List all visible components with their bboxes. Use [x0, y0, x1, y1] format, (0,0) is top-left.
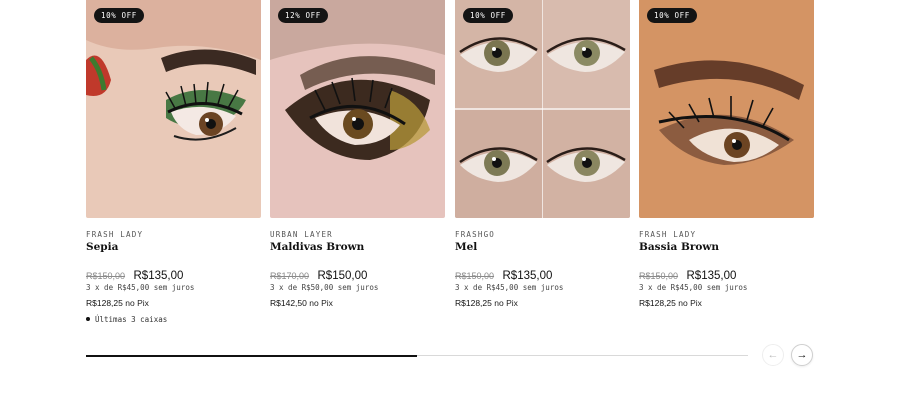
pix-label: no Pix	[309, 298, 333, 308]
discount-badge: 10% OFF	[94, 8, 144, 23]
original-price: R$150,00	[639, 271, 679, 281]
original-price: R$170,00	[270, 271, 310, 281]
price-row: R$150,00 R$135,00	[86, 266, 183, 284]
price-row: R$150,00 R$135,00	[455, 266, 552, 284]
product-image[interactable]: 12% OFF	[270, 0, 445, 218]
sale-price: R$135,00	[502, 270, 553, 282]
product-image[interactable]: 10% OFF	[86, 0, 261, 218]
product-name[interactable]: Mel	[455, 241, 477, 253]
installments-text: 3 x de R$45,00 sem juros	[455, 283, 564, 292]
pix-price-row: R$128,25 no Pix	[639, 298, 702, 308]
product-name[interactable]: Bassia Brown	[639, 241, 719, 253]
installments-text: 3 x de R$45,00 sem juros	[86, 283, 195, 292]
product-brand: URBAN LAYER	[270, 230, 333, 239]
pix-price: R$142,50	[270, 298, 307, 308]
sale-price: R$135,00	[686, 270, 737, 282]
eye-photo	[639, 0, 814, 218]
eye-photo	[86, 0, 261, 218]
stock-note-text: Últimas 3 caixas	[95, 315, 168, 324]
product-brand: FRASH LADY	[639, 230, 697, 239]
product-image[interactable]: 10% OFF	[639, 0, 814, 218]
discount-badge: 12% OFF	[278, 8, 328, 23]
bullet-icon	[86, 317, 90, 321]
pix-price: R$128,25	[639, 298, 676, 308]
stock-note: Últimas 3 caixas	[86, 315, 167, 324]
original-price: R$150,00	[455, 271, 495, 281]
pix-label: no Pix	[678, 298, 702, 308]
pix-label: no Pix	[125, 298, 149, 308]
pix-price: R$128,25	[86, 298, 123, 308]
carousel-next-button[interactable]: →	[791, 344, 813, 366]
product-brand: FRASH LADY	[86, 230, 144, 239]
installments-text: 3 x de R$50,00 sem juros	[270, 283, 379, 292]
pix-price: R$128,25	[455, 298, 492, 308]
arrow-left-icon: ←	[767, 349, 779, 361]
product-name[interactable]: Maldivas Brown	[270, 241, 364, 253]
original-price: R$150,00	[86, 271, 126, 281]
product-name[interactable]: Sepia	[86, 241, 118, 253]
installments-text: 3 x de R$45,00 sem juros	[639, 283, 748, 292]
eye-photo-grid	[455, 0, 630, 218]
product-card[interactable]: 10% OFF FRASH LADY Bassia Brown R$150,00…	[639, 0, 814, 308]
product-image[interactable]: 10% OFF	[455, 0, 630, 218]
pix-label: no Pix	[494, 298, 518, 308]
product-card[interactable]: 10% OFF FRASH LADY Sepia R$150,00 R$135,…	[86, 0, 261, 324]
pix-price-row: R$128,25 no Pix	[455, 298, 518, 308]
carousel-progress-track[interactable]	[86, 354, 748, 357]
pix-price-row: R$128,25 no Pix	[86, 298, 149, 308]
product-brand: FRASHGO	[455, 230, 496, 239]
sale-price: R$150,00	[317, 270, 368, 282]
price-row: R$150,00 R$135,00	[639, 266, 736, 284]
pix-price-row: R$142,50 no Pix	[270, 298, 333, 308]
carousel-prev-button[interactable]: ←	[762, 344, 784, 366]
discount-badge: 10% OFF	[647, 8, 697, 23]
sale-price: R$135,00	[133, 270, 184, 282]
product-card[interactable]: 10% OFF FRASHGO Mel R$150,00 R$135,00 3 …	[455, 0, 630, 308]
carousel-progress-fill	[86, 354, 417, 357]
price-row: R$170,00 R$150,00	[270, 266, 367, 284]
arrow-right-icon: →	[796, 349, 808, 361]
product-card[interactable]: 12% OFF URBAN LAYER Maldivas Brown R$170…	[270, 0, 445, 308]
discount-badge: 10% OFF	[463, 8, 513, 23]
eye-photo	[270, 0, 445, 218]
